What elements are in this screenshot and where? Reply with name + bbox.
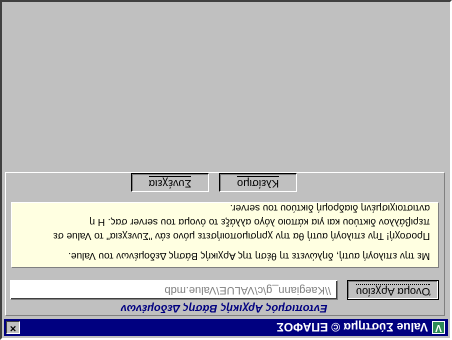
close-button[interactable]: ×: [6, 321, 20, 334]
close-icon: ×: [9, 322, 17, 334]
window-title: Value Σύστημα © ΕΠΑΦΟΣ: [276, 320, 428, 335]
empty-client-area: [2, 2, 448, 168]
app-logo-icon: V: [432, 321, 445, 334]
title-bar[interactable]: V Value Σύστημα © ΕΠΑΦΟΣ ×: [4, 319, 448, 336]
value-dialog-window: V Value Σύστημα © ΕΠΑΦΟΣ × Εντοπισμός Αρ…: [0, 0, 452, 340]
content-panel: [5, 172, 445, 316]
